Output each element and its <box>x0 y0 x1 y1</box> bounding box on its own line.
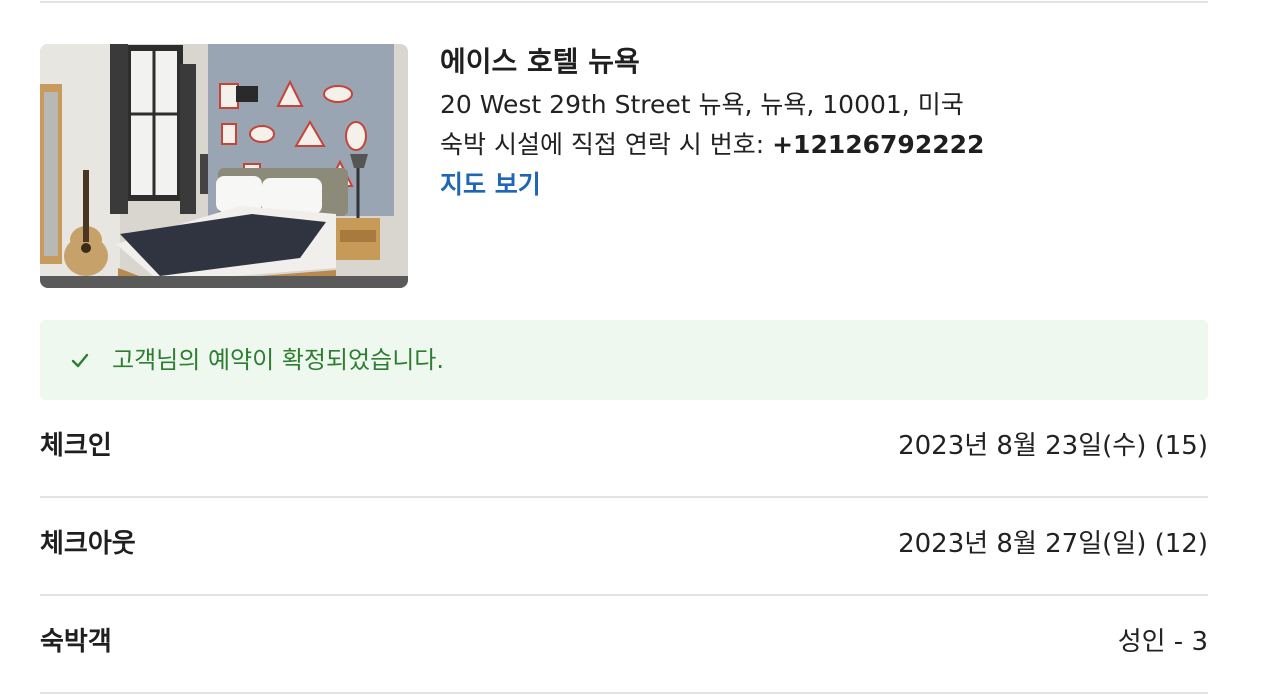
hotel-phone-number[interactable]: +12126792222 <box>772 130 984 159</box>
confirmation-message: 고객님의 예약이 확정되었습니다. <box>112 346 445 374</box>
checkin-value: 2023년 8월 23일(수) (15) <box>898 431 1208 461</box>
reservation-page: 에이스 호텔 뉴욕 20 West 29th Street 뉴욕, 뉴욕, 10… <box>0 0 1264 696</box>
checkin-row: 체크인 2023년 8월 23일(수) (15) <box>40 400 1208 498</box>
hotel-summary: 에이스 호텔 뉴욕 20 West 29th Street 뉴욕, 뉴욕, 10… <box>40 44 1208 288</box>
hotel-phone: 숙박 시설에 직접 연락 시 번호: +12126792222 <box>440 128 984 162</box>
top-divider <box>40 1 1208 3</box>
guests-value: 성인 - 3 <box>1117 627 1208 657</box>
checkin-label: 체크인 <box>40 431 112 461</box>
hotel-name: 에이스 호텔 뉴욕 <box>440 45 640 78</box>
hotel-phone-label: 숙박 시설에 직접 연락 시 번호: <box>440 130 773 159</box>
checkout-row: 체크아웃 2023년 8월 27일(일) (12) <box>40 498 1208 596</box>
hotel-room-image <box>40 44 408 288</box>
hotel-photo[interactable] <box>40 44 408 288</box>
view-map-link[interactable]: 지도 보기 <box>440 168 541 202</box>
checkout-label: 체크아웃 <box>40 529 136 559</box>
check-icon <box>71 353 89 368</box>
guests-row: 숙박객 성인 - 3 <box>40 596 1208 694</box>
hotel-address: 20 West 29th Street 뉴욕, 뉴욕, 10001, 미국 <box>440 90 964 119</box>
checkout-value: 2023년 8월 27일(일) (12) <box>898 529 1208 559</box>
confirmation-banner: 고객님의 예약이 확정되었습니다. <box>40 320 1208 400</box>
guests-label: 숙박객 <box>40 627 112 657</box>
